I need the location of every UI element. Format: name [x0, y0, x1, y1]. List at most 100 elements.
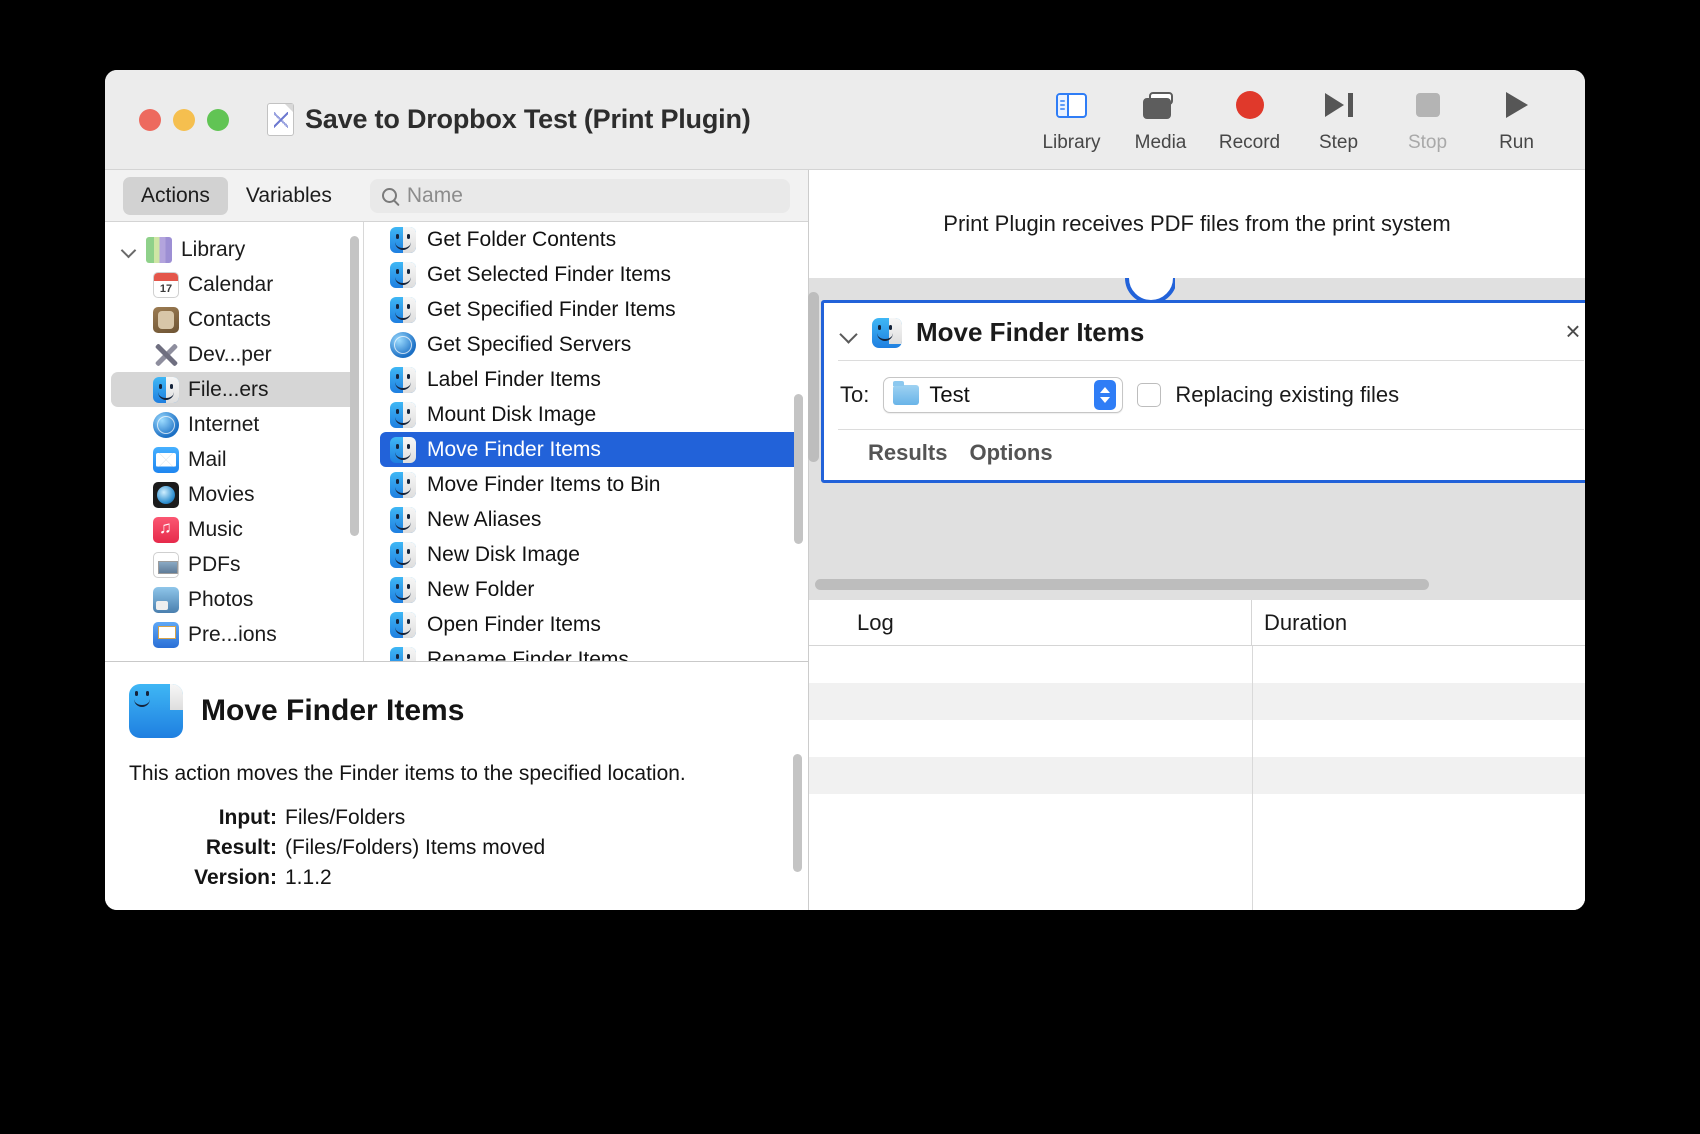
toolbar-label-run: Run [1499, 132, 1534, 153]
sidebar-item-photos[interactable]: Photos [111, 582, 357, 617]
sidebar-item-movies[interactable]: Movies [111, 477, 357, 512]
sidebar-item-label: Photos [188, 587, 254, 611]
close-icon[interactable]: × [1562, 318, 1584, 344]
action-label: Mount Disk Image [427, 402, 597, 426]
table-row[interactable] [809, 720, 1585, 757]
minimize-window-button[interactable] [173, 108, 195, 131]
list-item[interactable]: New Aliases [380, 502, 800, 537]
actions-list[interactable]: Get Folder Contents Get Selected Finder … [364, 222, 808, 661]
description-scrollbar[interactable] [793, 754, 802, 872]
sidebar-item-mail[interactable]: Mail [111, 442, 357, 477]
close-window-button[interactable] [139, 108, 161, 131]
table-row[interactable] [809, 757, 1585, 794]
list-item-selected[interactable]: Move Finder Items [380, 432, 800, 467]
replacing-existing-files-checkbox[interactable] [1137, 383, 1162, 407]
log-column-header-log[interactable]: Log [809, 600, 1252, 645]
table-row[interactable] [809, 646, 1585, 683]
list-item[interactable]: Move Finder Items to Bin [380, 467, 800, 502]
tab-options[interactable]: Options [969, 440, 1052, 466]
action-label: Get Specified Servers [427, 332, 632, 356]
library-root-label: Library [181, 237, 246, 261]
workflow-canvas[interactable]: Move Finder Items × To: Test Replacing e… [808, 278, 1585, 600]
list-item[interactable]: Rename Finder Items [380, 642, 800, 661]
sidebar-item-music[interactable]: Music [111, 512, 357, 547]
chevron-down-icon[interactable] [121, 242, 137, 258]
description-title: Move Finder Items [201, 694, 465, 727]
record-circle-icon [1235, 88, 1264, 122]
toolbar-button-record[interactable]: Record [1205, 88, 1294, 154]
library-books-icon [146, 236, 172, 263]
log-column-header-duration[interactable]: Duration [1252, 600, 1585, 645]
destination-folder-popup[interactable]: Test [883, 377, 1124, 413]
media-photos-icon [1142, 88, 1179, 122]
library-category-list[interactable]: Library 17 Calendar Contacts Dev...per F… [105, 222, 363, 661]
action-description-panel: Move Finder Items This action moves the … [105, 662, 808, 910]
sidebar-item-label: Music [188, 517, 243, 541]
workflow-vertical-scrollbar[interactable] [808, 292, 819, 462]
list-item[interactable]: Get Specified Servers [380, 327, 800, 362]
sidebar-item-files-folders[interactable]: File...ers [111, 372, 357, 407]
library-root-row[interactable]: Library [111, 232, 357, 267]
contacts-icon [153, 306, 179, 333]
list-item[interactable]: Get Selected Finder Items [380, 257, 800, 292]
field-value: (Files/Folders) Items moved [285, 836, 546, 859]
finder-icon [153, 376, 179, 403]
toolbar-button-library[interactable]: Library [1027, 88, 1116, 154]
field-key: Input: [218, 806, 277, 829]
actions-scrollbar[interactable] [794, 394, 803, 544]
log-rows[interactable] [809, 646, 1585, 910]
sidebar-item-pdfs[interactable]: PDFs [111, 547, 357, 582]
tab-variables[interactable]: Variables [228, 177, 350, 215]
table-row[interactable] [809, 794, 1585, 831]
action-card-options-row: To: Test Replacing existing files [824, 361, 1585, 429]
sidebar-item-label: Internet [188, 412, 260, 436]
sidebar-item-internet[interactable]: Internet [111, 407, 357, 442]
description-field-result: Result: (Files/Folders) Items moved [129, 836, 784, 860]
table-row[interactable] [809, 683, 1585, 720]
list-item[interactable]: Mount Disk Image [380, 397, 800, 432]
toolbar-label-record: Record [1218, 132, 1281, 153]
finder-icon [390, 401, 416, 428]
workflow-horizontal-scrollbar[interactable] [815, 579, 1429, 590]
library-scrollbar[interactable] [350, 236, 359, 536]
window-body: Actions Variables Name Library 17 Calend… [105, 170, 1585, 910]
calendar-icon: 17 [153, 271, 179, 298]
toolbar-button-step[interactable]: Step [1294, 88, 1383, 154]
action-label: New Aliases [427, 507, 542, 531]
sidebar-item-presentations[interactable]: Pre...ions [111, 617, 357, 652]
title-bar: Save to Dropbox Test (Print Plugin) Libr… [105, 70, 1585, 170]
title-group: Save to Dropbox Test (Print Plugin) [267, 103, 751, 136]
action-label: New Folder [427, 577, 535, 601]
tab-results[interactable]: Results [868, 440, 947, 466]
finder-icon [390, 366, 416, 393]
sidebar-item-calendar[interactable]: 17 Calendar [111, 267, 357, 302]
search-field[interactable]: Name [369, 178, 790, 213]
tab-actions[interactable]: Actions [123, 176, 228, 215]
finder-icon [390, 611, 416, 638]
finder-icon [390, 226, 416, 253]
list-item[interactable]: New Disk Image [380, 537, 800, 572]
toolbar-button-stop[interactable]: Stop [1383, 88, 1472, 154]
action-card-header: Move Finder Items × [824, 303, 1585, 360]
log-header-row: Log Duration [809, 600, 1585, 646]
list-item[interactable]: New Folder [380, 572, 800, 607]
chevron-updown-icon[interactable] [1094, 380, 1117, 410]
sidebar-item-label: Dev...per [188, 342, 272, 366]
action-label: Label Finder Items [427, 367, 601, 391]
folder-icon [893, 381, 920, 405]
list-item[interactable]: Label Finder Items [380, 362, 800, 397]
sidebar-item-developer[interactable]: Dev...per [111, 337, 357, 372]
list-item[interactable]: Get Folder Contents [380, 222, 800, 257]
zoom-window-button[interactable] [207, 108, 229, 131]
list-item[interactable]: Open Finder Items [380, 607, 800, 642]
sidebar-item-contacts[interactable]: Contacts [111, 302, 357, 337]
workflow-connector-notch [1119, 278, 1175, 302]
run-play-icon [1505, 88, 1528, 122]
toolbar-button-media[interactable]: Media [1116, 88, 1205, 154]
toolbar-button-run[interactable]: Run [1472, 88, 1561, 154]
finder-icon [872, 317, 902, 348]
action-card-move-finder-items[interactable]: Move Finder Items × To: Test Replacing e… [821, 300, 1585, 483]
action-label: New Disk Image [427, 542, 580, 566]
list-item[interactable]: Get Specified Finder Items [380, 292, 800, 327]
chevron-down-icon[interactable] [840, 324, 858, 342]
